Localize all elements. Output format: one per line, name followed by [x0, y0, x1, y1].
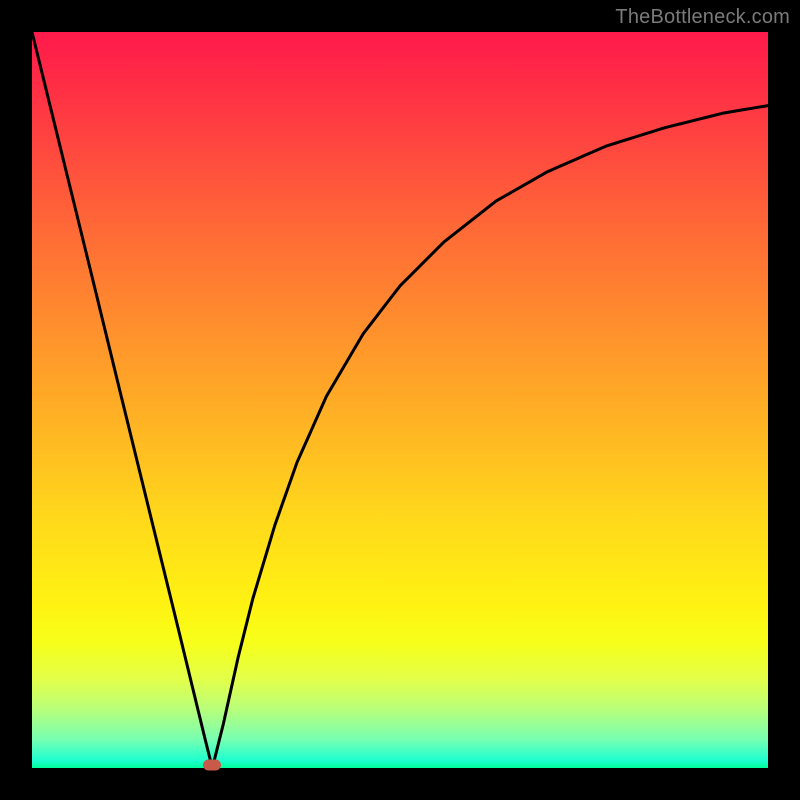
min-marker — [203, 760, 221, 771]
curve-svg — [32, 32, 768, 768]
watermark-text: TheBottleneck.com — [615, 6, 790, 29]
plot-area — [32, 32, 768, 768]
chart-frame: TheBottleneck.com — [0, 0, 800, 800]
bottleneck-curve — [32, 32, 768, 768]
